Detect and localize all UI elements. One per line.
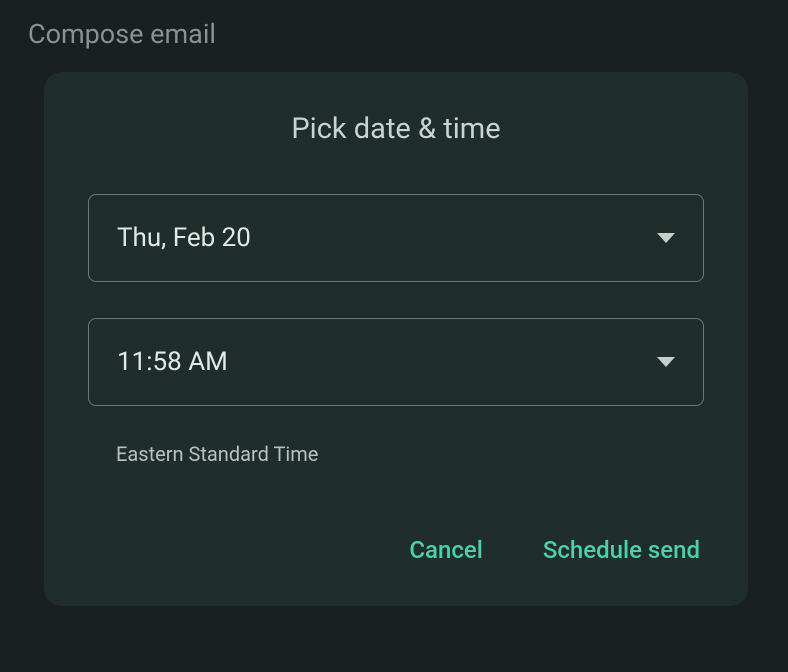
page-title: Compose email bbox=[28, 18, 760, 50]
cancel-button[interactable]: Cancel bbox=[409, 536, 482, 564]
time-value: 11:58 AM bbox=[117, 347, 228, 377]
date-picker-field[interactable]: Thu, Feb 20 bbox=[88, 194, 704, 282]
dialog-title: Pick date & time bbox=[88, 112, 704, 146]
dialog-button-row: Cancel Schedule send bbox=[88, 536, 704, 564]
page-header: Compose email bbox=[0, 0, 788, 50]
schedule-send-button[interactable]: Schedule send bbox=[543, 536, 700, 564]
chevron-down-icon bbox=[657, 233, 675, 243]
schedule-dialog: Pick date & time Thu, Feb 20 11:58 AM Ea… bbox=[44, 72, 748, 606]
date-value: Thu, Feb 20 bbox=[117, 223, 251, 253]
chevron-down-icon bbox=[657, 357, 675, 367]
timezone-label: Eastern Standard Time bbox=[88, 442, 704, 466]
time-picker-field[interactable]: 11:58 AM bbox=[88, 318, 704, 406]
